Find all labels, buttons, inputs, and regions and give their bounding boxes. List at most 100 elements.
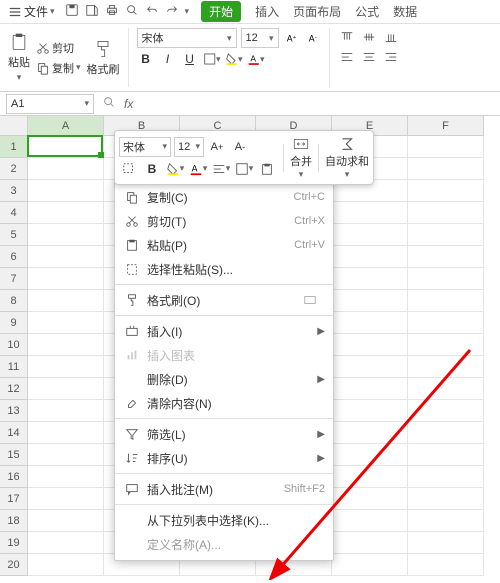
copy-button[interactable]: 复制▾	[34, 59, 83, 77]
row-header-1[interactable]: 1	[0, 136, 28, 158]
cell[interactable]	[28, 290, 104, 312]
increase-font-icon[interactable]: A+	[283, 29, 301, 47]
row-header-17[interactable]: 17	[0, 488, 28, 510]
cell[interactable]	[28, 180, 104, 202]
border-icon[interactable]: ▾	[203, 50, 221, 68]
row-header-14[interactable]: 14	[0, 422, 28, 444]
cell[interactable]	[28, 312, 104, 334]
cell[interactable]	[28, 554, 104, 576]
cell[interactable]	[332, 246, 408, 268]
cell[interactable]	[408, 532, 484, 554]
cell[interactable]	[28, 488, 104, 510]
mini-font-select[interactable]: 宋体▾	[119, 137, 171, 157]
cm-clear[interactable]: 清除内容(N)	[115, 391, 333, 415]
italic-icon[interactable]: I	[159, 50, 177, 68]
cell[interactable]	[332, 466, 408, 488]
select-all-corner[interactable]	[0, 116, 28, 136]
align-center-icon[interactable]	[360, 48, 378, 66]
cell[interactable]	[408, 290, 484, 312]
tab-formula[interactable]: 公式	[355, 3, 379, 20]
tab-data[interactable]: 数据	[393, 3, 417, 20]
mini-size-select[interactable]: 12▾	[174, 137, 204, 157]
cell[interactable]	[408, 246, 484, 268]
cm-format-painter[interactable]: 格式刷(O)	[115, 288, 333, 312]
row-header-3[interactable]: 3	[0, 180, 28, 202]
cell[interactable]	[408, 158, 484, 180]
fx-icon[interactable]: fx	[124, 97, 133, 111]
mini-fontcolor-icon[interactable]: A▾	[188, 159, 208, 179]
align-right-icon[interactable]	[382, 48, 400, 66]
cell[interactable]	[408, 180, 484, 202]
cell[interactable]	[332, 290, 408, 312]
cell[interactable]	[28, 136, 104, 158]
cm-filter[interactable]: 筛选(L) ▶	[115, 422, 333, 446]
cm-comment[interactable]: 插入批注(M) Shift+F2	[115, 477, 333, 501]
cell[interactable]	[408, 224, 484, 246]
tab-start[interactable]: 开始	[201, 1, 241, 22]
mini-bold-icon[interactable]: B	[142, 159, 162, 179]
format-painter-button[interactable]: 格式刷	[85, 37, 122, 79]
row-header-4[interactable]: 4	[0, 202, 28, 224]
cell[interactable]	[408, 312, 484, 334]
decrease-font-icon[interactable]: A-	[305, 29, 323, 47]
cm-paste[interactable]: 粘贴(P) Ctrl+V	[115, 233, 333, 257]
cell[interactable]	[332, 532, 408, 554]
tab-insert[interactable]: 插入	[255, 3, 279, 20]
cm-copy[interactable]: 复制(C) Ctrl+C	[115, 185, 333, 209]
cell[interactable]	[408, 554, 484, 576]
row-header-18[interactable]: 18	[0, 510, 28, 532]
align-left-icon[interactable]	[338, 48, 356, 66]
mini-dec-font-icon[interactable]: A-	[230, 137, 250, 157]
cell[interactable]	[408, 202, 484, 224]
mini-inc-font-icon[interactable]: A+	[207, 137, 227, 157]
cell[interactable]	[408, 334, 484, 356]
cell[interactable]	[332, 378, 408, 400]
mini-autosum-button[interactable]: 自动求和▾	[325, 135, 369, 180]
qat-preview-icon[interactable]	[125, 3, 139, 20]
cell[interactable]	[408, 356, 484, 378]
mini-border-icon[interactable]: ▾	[234, 159, 254, 179]
row-header-9[interactable]: 9	[0, 312, 28, 334]
cell[interactable]	[28, 400, 104, 422]
row-header-10[interactable]: 10	[0, 334, 28, 356]
mini-align-icon[interactable]: ▾	[211, 159, 231, 179]
row-header-19[interactable]: 19	[0, 532, 28, 554]
col-header-f[interactable]: F	[408, 116, 484, 136]
mini-fill-icon[interactable]: ▾	[165, 159, 185, 179]
cell[interactable]	[332, 510, 408, 532]
cell[interactable]	[28, 422, 104, 444]
cm-delete[interactable]: 删除(D) ▶	[115, 367, 333, 391]
bold-icon[interactable]: B	[137, 50, 155, 68]
cell[interactable]	[28, 466, 104, 488]
cell[interactable]	[408, 510, 484, 532]
mini-clipboard-icon[interactable]	[257, 159, 277, 179]
qat-undo-icon[interactable]	[145, 3, 159, 20]
cell[interactable]	[408, 444, 484, 466]
cell[interactable]	[332, 422, 408, 444]
cell[interactable]	[408, 378, 484, 400]
qat-template-icon[interactable]	[85, 3, 99, 20]
cell[interactable]	[332, 400, 408, 422]
cell[interactable]	[28, 246, 104, 268]
cell[interactable]	[28, 444, 104, 466]
cut-button[interactable]: 剪切	[34, 39, 83, 57]
paste-button[interactable]: 粘贴▾	[6, 30, 32, 85]
cm-sort[interactable]: 排序(U) ▶	[115, 446, 333, 470]
fn-icon[interactable]	[102, 95, 116, 112]
cm-paste-special[interactable]: 选择性粘贴(S)...	[115, 257, 333, 281]
row-header-13[interactable]: 13	[0, 400, 28, 422]
cell[interactable]	[332, 268, 408, 290]
cell[interactable]	[28, 532, 104, 554]
menu-button[interactable]: 文件 ▾	[4, 1, 59, 22]
cm-insert[interactable]: 插入(I) ▶	[115, 319, 333, 343]
col-header-a[interactable]: A	[28, 116, 104, 136]
row-header-16[interactable]: 16	[0, 466, 28, 488]
font-select[interactable]: 宋体▾	[137, 28, 237, 48]
row-header-8[interactable]: 8	[0, 290, 28, 312]
cell[interactable]	[408, 268, 484, 290]
align-top-icon[interactable]	[338, 28, 356, 46]
row-header-6[interactable]: 6	[0, 246, 28, 268]
mini-merge-button[interactable]: 合并▾	[290, 135, 312, 180]
qat-print-icon[interactable]	[105, 3, 119, 20]
cell[interactable]	[28, 268, 104, 290]
